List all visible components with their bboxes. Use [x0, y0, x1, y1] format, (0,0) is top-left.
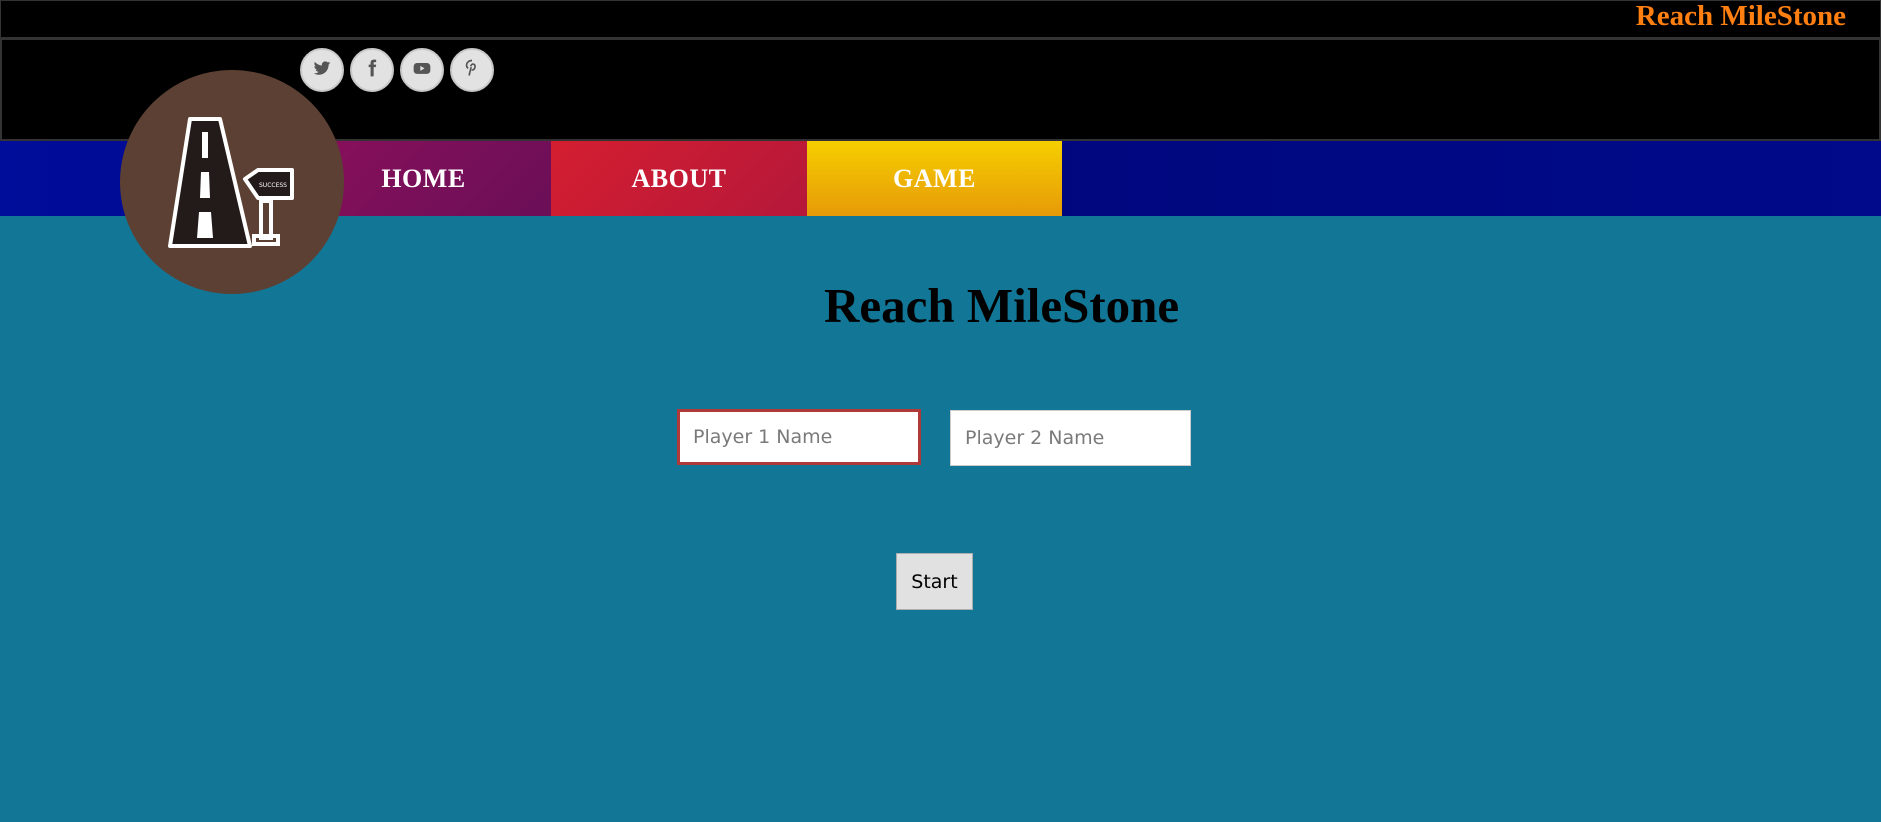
start-button[interactable]: Start	[896, 553, 973, 610]
youtube-icon	[412, 58, 432, 83]
logo-sign-text: SUCCESS	[259, 182, 287, 189]
player2-name-input[interactable]	[950, 410, 1191, 466]
page-title: Reach MileStone	[824, 278, 1180, 333]
site-title: Reach MileStone	[1635, 0, 1846, 32]
pinterest-icon	[462, 58, 482, 83]
road-milestone-icon: SUCCESS	[168, 117, 294, 248]
youtube-button[interactable]	[400, 48, 444, 92]
player1-name-input[interactable]	[677, 409, 921, 465]
facebook-button[interactable]	[350, 48, 394, 92]
nav-about[interactable]: ABOUT	[551, 141, 807, 216]
facebook-icon	[362, 58, 382, 83]
site-logo[interactable]: SUCCESS	[120, 70, 344, 294]
main-title-container: Reach MileStone	[0, 276, 1881, 336]
pinterest-button[interactable]	[450, 48, 494, 92]
nav-game[interactable]: GAME	[807, 141, 1062, 216]
top-bar: Reach MileStone	[0, 0, 1881, 38]
